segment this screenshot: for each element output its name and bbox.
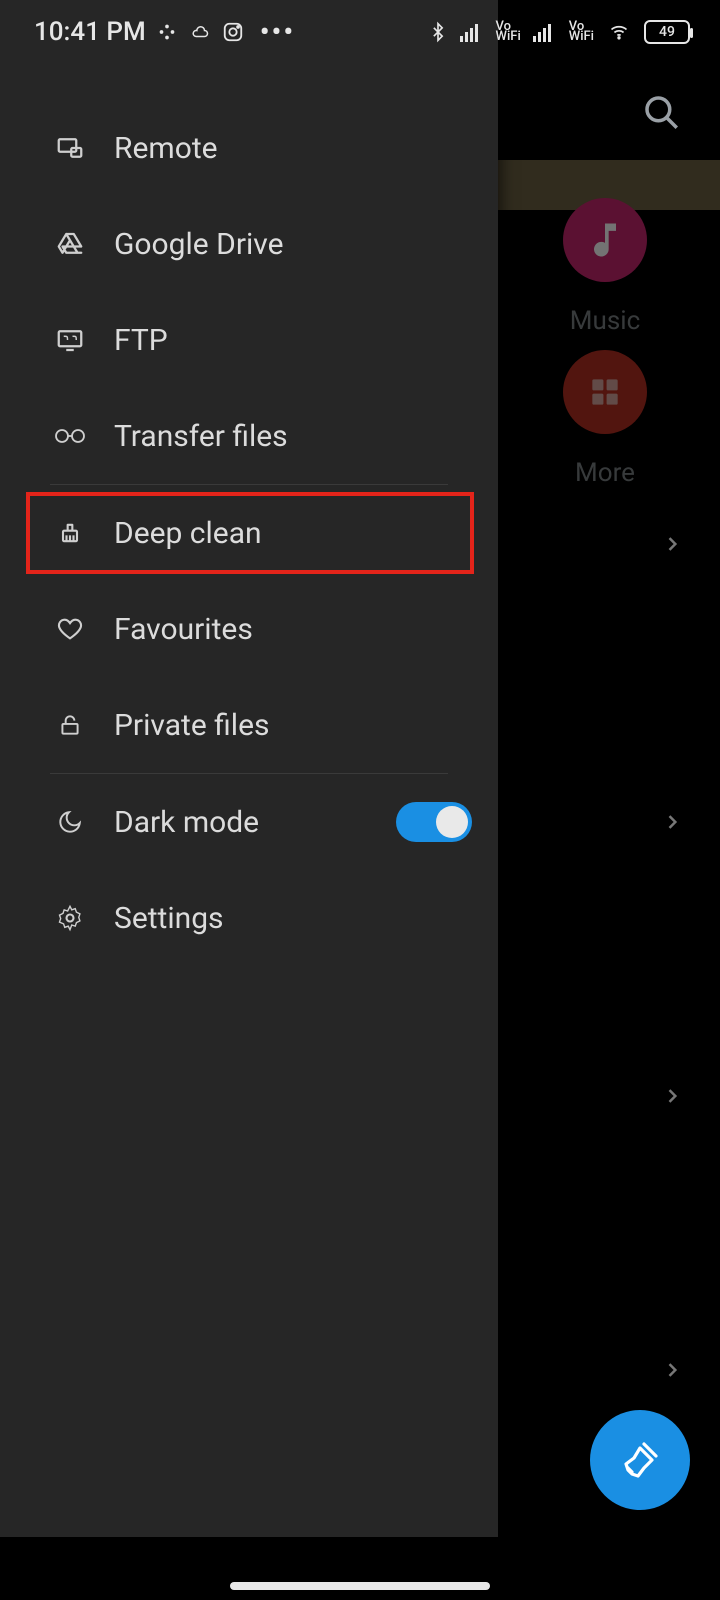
chevron-right-icon[interactable] [662,808,682,836]
chevron-right-icon[interactable] [662,1356,682,1384]
toggle-knob [436,806,468,838]
menu-item-private-files[interactable]: Private files [0,677,498,773]
menu-label: FTP [90,323,168,358]
vowifi-indicator: VoWiFi [496,22,521,43]
remote-icon [50,133,90,163]
menu-item-dark-mode[interactable]: Dark mode [0,774,498,870]
battery-percent: 49 [659,24,675,40]
moon-icon [50,809,90,835]
google-drive-icon [50,229,90,259]
clean-fab[interactable] [590,1410,690,1510]
menu-item-deep-clean[interactable]: Deep clean [0,485,498,581]
menu-label: Transfer files [90,419,288,454]
gesture-handle[interactable] [230,1582,490,1590]
chevron-right-icon[interactable] [662,530,682,558]
chevron-right-icon[interactable] [662,1082,682,1110]
menu-label: Remote [90,131,218,166]
menu-item-favourites[interactable]: Favourites [0,581,498,677]
broom-icon [50,519,90,547]
menu-label: Google Drive [90,227,284,262]
search-icon[interactable] [640,91,682,133]
instagram-icon [222,21,244,43]
broom-icon [616,1436,664,1484]
menu-label: Dark mode [90,805,259,840]
menu-item-remote[interactable]: Remote [0,100,498,196]
signal-icon [460,22,484,42]
slack-icon [156,21,178,43]
status-right: VoWiFi VoWiFi 49 [428,19,690,45]
menu-label: Settings [90,901,224,936]
vowifi-indicator: VoWiFi [569,22,594,43]
menu-label: Private files [90,708,270,743]
menu-item-transfer-files[interactable]: Transfer files [0,388,498,484]
heart-icon [50,615,90,643]
bluetooth-icon [428,19,448,45]
dark-mode-toggle[interactable] [396,802,472,842]
menu-item-google-drive[interactable]: Google Drive [0,196,498,292]
navigation-drawer: Remote Google Drive FTP Transfer files D… [0,0,498,1537]
ftp-icon [50,325,90,355]
transfer-icon [50,426,90,446]
menu-label: Deep clean [90,516,262,551]
signal-icon [533,22,557,42]
cloud-icon [188,23,212,41]
gear-icon [50,904,90,932]
status-bar: 10:41 PM ••• VoWiFi VoWiFi 49 [0,0,720,64]
wifi-icon [606,22,632,42]
menu-item-settings[interactable]: Settings [0,870,498,966]
menu-item-ftp[interactable]: FTP [0,292,498,388]
clock-text: 10:41 PM [34,17,146,47]
battery-indicator: 49 [644,20,690,44]
lock-icon [50,711,90,739]
menu-label: Favourites [90,612,253,647]
status-left: 10:41 PM ••• [34,17,295,47]
